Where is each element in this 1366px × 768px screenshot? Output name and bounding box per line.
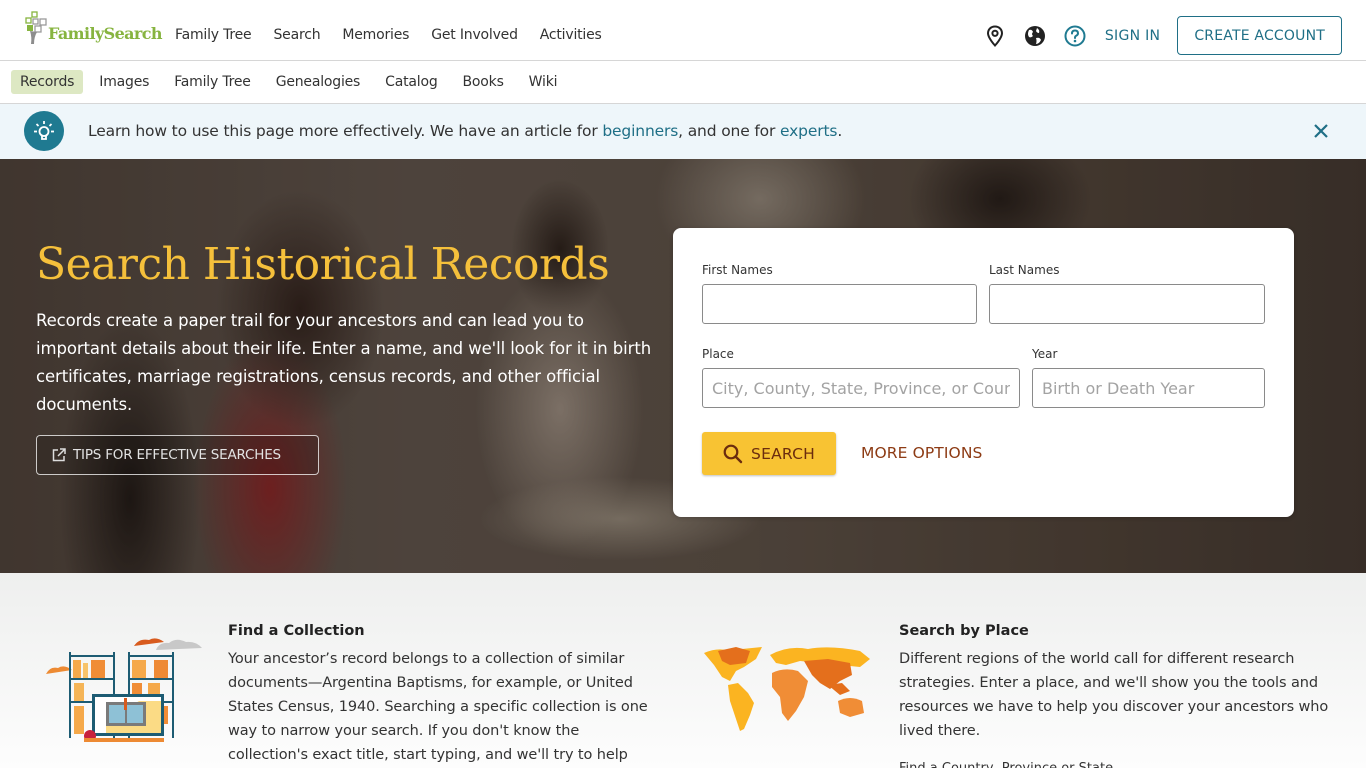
tips-button-label: TIPS FOR EFFECTIVE SEARCHES: [73, 447, 281, 463]
banner-message: Learn how to use this page more effectiv…: [88, 122, 842, 140]
find-collection-title: Find a Collection: [228, 623, 365, 639]
banner-text-start: Learn how to use this page more effectiv…: [88, 122, 603, 140]
features-section: Find a Collection Your ancestor’s record…: [0, 573, 1366, 768]
last-names-label: Last Names: [989, 263, 1060, 277]
library-bookshelf-illustration: [46, 638, 202, 742]
experts-link[interactable]: experts: [780, 122, 837, 140]
subnav-records[interactable]: Records: [11, 70, 84, 94]
help-icon[interactable]: [1063, 24, 1087, 48]
nav-memories[interactable]: Memories: [342, 27, 409, 43]
create-account-button[interactable]: CREATE ACCOUNT: [1177, 16, 1342, 55]
search-button-label: SEARCH: [751, 444, 815, 463]
subnav-genealogies[interactable]: Genealogies: [267, 70, 369, 94]
records-subnav: Records Images Family Tree Genealogies C…: [0, 61, 1366, 104]
year-input[interactable]: [1032, 368, 1265, 408]
find-place-label: Find a Country, Province or State: [899, 761, 1113, 768]
place-label: Place: [702, 347, 734, 361]
hero-description: Records create a paper trail for your an…: [36, 311, 652, 414]
banner-text-end: .: [837, 122, 843, 140]
first-names-label: First Names: [702, 263, 773, 277]
lightbulb-icon: [24, 111, 64, 151]
page-title: Search Historical Records: [36, 239, 610, 290]
subnav-images[interactable]: Images: [90, 70, 158, 94]
nav-get-involved[interactable]: Get Involved: [431, 27, 518, 43]
beginners-link[interactable]: beginners: [602, 122, 678, 140]
header-actions: SIGN IN CREATE ACCOUNT: [983, 16, 1342, 55]
subnav-books[interactable]: Books: [454, 70, 513, 94]
search-by-place-title: Search by Place: [899, 623, 1029, 639]
more-options-link[interactable]: MORE OPTIONS: [861, 444, 982, 462]
search-by-place-description: Different regions of the world call for …: [899, 651, 1329, 739]
tips-for-effective-searches-button[interactable]: TIPS FOR EFFECTIVE SEARCHES: [36, 435, 319, 475]
location-pin-icon[interactable]: [983, 24, 1007, 48]
top-header: FamilySearch Family Tree Search Memories…: [0, 0, 1366, 61]
search-records-form: First Names Last Names Place Year SEARCH…: [673, 228, 1294, 517]
place-input[interactable]: [702, 368, 1020, 408]
external-link-icon: [52, 448, 66, 462]
nav-family-tree[interactable]: Family Tree: [175, 27, 252, 43]
info-banner: Learn how to use this page more effectiv…: [0, 104, 1366, 159]
sign-in-link[interactable]: SIGN IN: [1105, 28, 1161, 44]
logo-text: FamilySearch: [48, 24, 163, 43]
globe-icon[interactable]: [1023, 24, 1047, 48]
year-label: Year: [1032, 347, 1058, 361]
find-collection-description: Your ancestor’s record belongs to a coll…: [228, 651, 648, 763]
world-map-illustration: [704, 647, 870, 731]
nav-search[interactable]: Search: [273, 27, 320, 43]
main-nav: Family Tree Search Memories Get Involved…: [175, 27, 624, 43]
nav-activities[interactable]: Activities: [540, 27, 602, 43]
subnav-catalog[interactable]: Catalog: [376, 70, 446, 94]
hero-section: Search Historical Records Records create…: [0, 159, 1366, 573]
subnav-family-tree[interactable]: Family Tree: [165, 70, 259, 94]
familysearch-logo[interactable]: FamilySearch: [24, 11, 163, 45]
family-tree-logo-icon: [25, 11, 47, 44]
search-button[interactable]: SEARCH: [702, 432, 836, 475]
search-icon: [723, 444, 743, 463]
first-names-input[interactable]: [702, 284, 977, 324]
close-icon[interactable]: [1312, 122, 1330, 140]
banner-text-middle: , and one for: [678, 122, 781, 140]
subnav-wiki[interactable]: Wiki: [520, 70, 567, 94]
last-names-input[interactable]: [989, 284, 1265, 324]
